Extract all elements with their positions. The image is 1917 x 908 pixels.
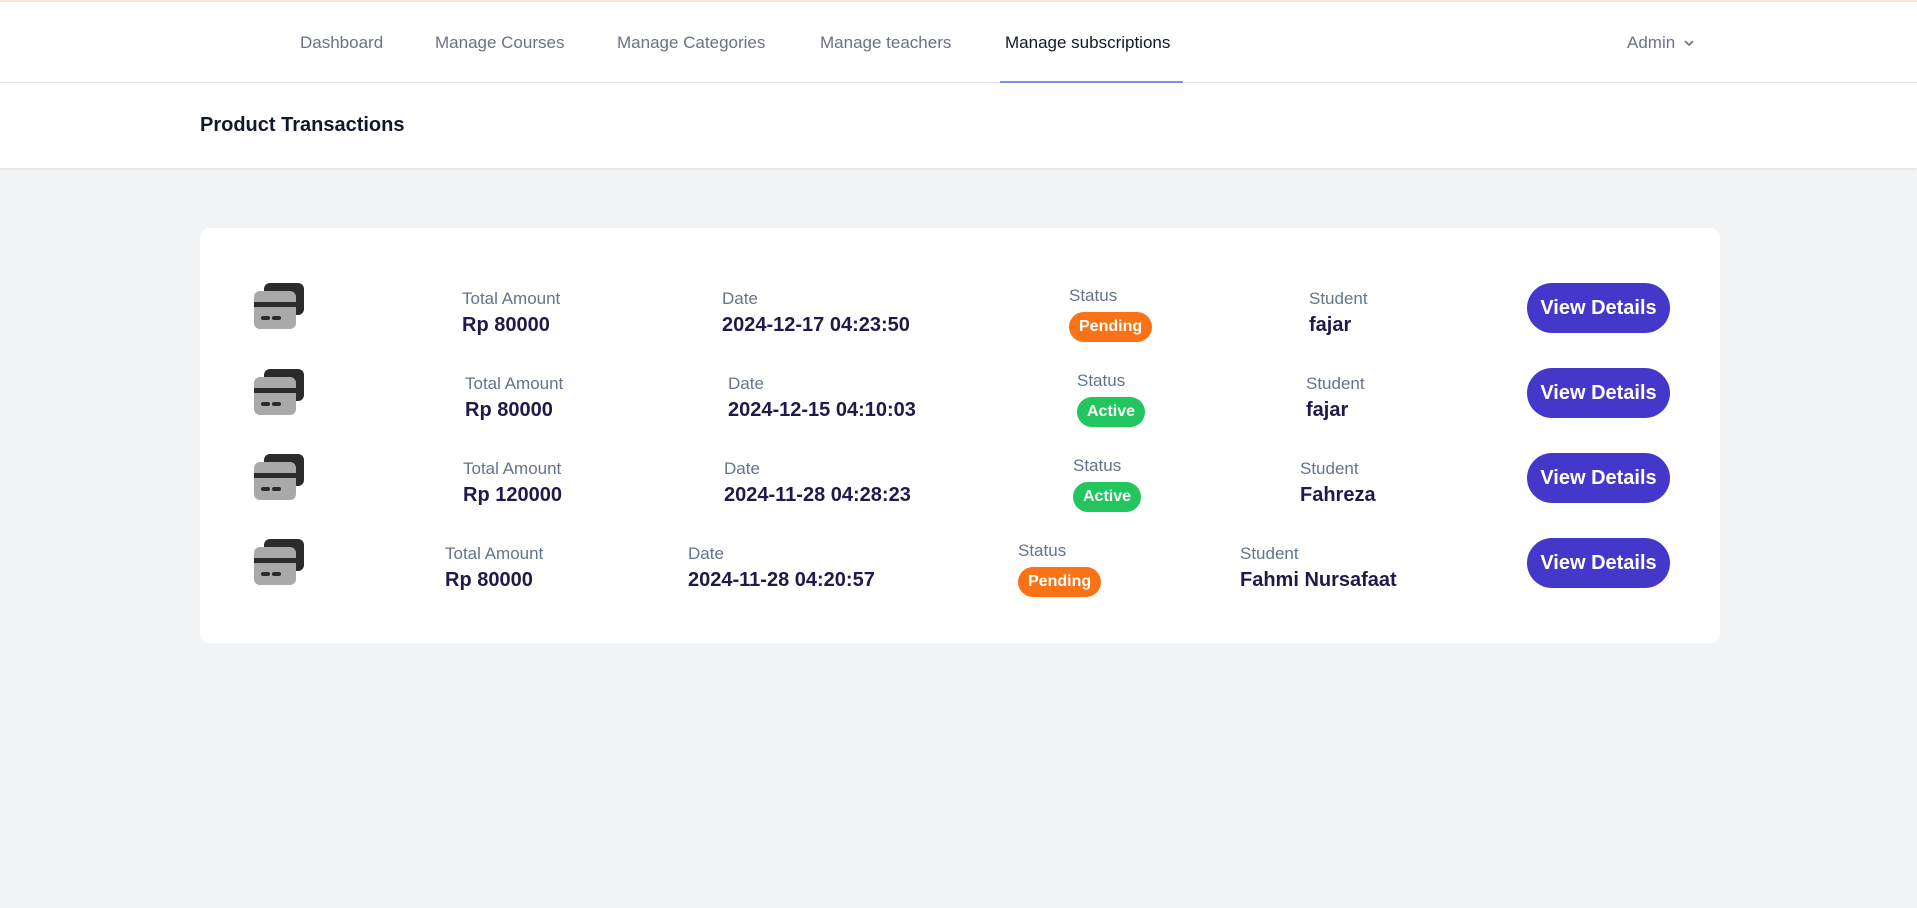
- student-value: Fahreza: [1300, 484, 1376, 506]
- date-field: Date 2024-12-17 04:23:50: [722, 289, 910, 337]
- amount-value: Rp 80000: [445, 569, 533, 591]
- status-field: Status Active: [1077, 371, 1146, 427]
- page-header: Product Transactions: [0, 83, 1917, 168]
- status-field: Status Pending: [1018, 541, 1102, 597]
- transactions-card: Total Amount Rp 80000 Date 2024-12-17 04…: [200, 228, 1720, 643]
- date-value: 2024-12-17 04:23:50: [722, 314, 910, 336]
- amount-field: Total Amount Rp 80000: [462, 289, 560, 337]
- credit-cards-icon: [254, 369, 304, 415]
- status-badge: Active: [1077, 397, 1146, 427]
- status-label: Status: [1018, 541, 1067, 560]
- status-label: Status: [1073, 456, 1122, 475]
- date-label: Date: [722, 289, 758, 308]
- student-label: Student: [1240, 544, 1299, 563]
- date-field: Date 2024-11-28 04:20:57: [688, 544, 875, 592]
- status-label: Status: [1069, 286, 1118, 305]
- date-value: 2024-11-28 04:28:23: [724, 484, 911, 506]
- amount-label: Total Amount: [465, 374, 564, 393]
- student-field: Student Fahreza: [1300, 459, 1376, 507]
- student-field: Student Fahmi Nursafaat: [1240, 544, 1397, 592]
- student-value: fajar: [1309, 314, 1352, 336]
- nav-manage-categories[interactable]: Manage Categories: [617, 2, 765, 83]
- status-label: Status: [1077, 371, 1126, 390]
- amount-value: Rp 80000: [465, 399, 553, 421]
- status-badge: Pending: [1018, 567, 1102, 597]
- student-field: Student fajar: [1309, 289, 1368, 337]
- view-details-button[interactable]: View Details: [1527, 453, 1670, 503]
- nav-dashboard[interactable]: Dashboard: [300, 2, 383, 83]
- amount-field: Total Amount Rp 80000: [465, 374, 563, 422]
- student-label: Student: [1300, 459, 1359, 478]
- amount-label: Total Amount: [462, 289, 561, 308]
- view-details-button[interactable]: View Details: [1527, 538, 1670, 588]
- date-value: 2024-11-28 04:20:57: [688, 569, 875, 591]
- date-label: Date: [724, 459, 760, 478]
- transaction-row: Total Amount Rp 80000 Date 2024-12-17 04…: [200, 283, 1720, 353]
- status-field: Status Active: [1073, 456, 1142, 512]
- view-details-button[interactable]: View Details: [1527, 368, 1670, 418]
- user-menu[interactable]: Admin: [1627, 2, 1695, 83]
- amount-label: Total Amount: [463, 459, 562, 478]
- student-label: Student: [1309, 289, 1368, 308]
- credit-cards-icon: [254, 283, 304, 329]
- amount-value: Rp 80000: [462, 314, 550, 336]
- amount-field: Total Amount Rp 80000: [445, 544, 543, 592]
- date-field: Date 2024-11-28 04:28:23: [724, 459, 911, 507]
- chevron-down-icon: [1684, 40, 1694, 46]
- nav-manage-teachers[interactable]: Manage teachers: [820, 2, 951, 83]
- date-field: Date 2024-12-15 04:10:03: [728, 374, 916, 422]
- student-label: Student: [1306, 374, 1365, 393]
- status-badge: Active: [1073, 482, 1142, 512]
- student-field: Student fajar: [1306, 374, 1365, 422]
- page-title: Product Transactions: [200, 114, 405, 136]
- date-value: 2024-12-15 04:10:03: [728, 399, 916, 421]
- user-name: Admin: [1627, 32, 1676, 52]
- status-field: Status Pending: [1069, 286, 1153, 342]
- nav-manage-courses[interactable]: Manage Courses: [435, 2, 564, 83]
- date-label: Date: [728, 374, 764, 393]
- student-value: Fahmi Nursafaat: [1240, 569, 1397, 591]
- view-details-button[interactable]: View Details: [1527, 283, 1670, 333]
- amount-value: Rp 120000: [463, 484, 562, 506]
- amount-label: Total Amount: [445, 544, 544, 563]
- transaction-row: Total Amount Rp 120000 Date 2024-11-28 0…: [200, 453, 1720, 523]
- student-value: fajar: [1306, 399, 1349, 421]
- status-badge: Pending: [1069, 312, 1153, 342]
- credit-cards-icon: [254, 454, 304, 500]
- amount-field: Total Amount Rp 120000: [463, 459, 562, 507]
- top-navbar: Dashboard Manage Courses Manage Categori…: [0, 2, 1917, 83]
- transaction-row: Total Amount Rp 80000 Date 2024-11-28 04…: [200, 538, 1720, 608]
- nav-manage-subscriptions[interactable]: Manage subscriptions: [1005, 2, 1170, 83]
- date-label: Date: [688, 544, 724, 563]
- transaction-row: Total Amount Rp 80000 Date 2024-12-15 04…: [200, 368, 1720, 438]
- credit-cards-icon: [254, 539, 304, 585]
